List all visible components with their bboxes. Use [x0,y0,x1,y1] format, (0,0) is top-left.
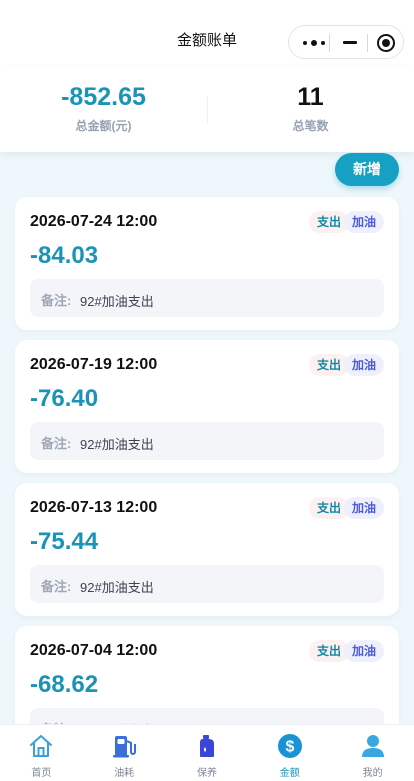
type-badge: 支出 [308,640,349,662]
record-date: 2026-07-24 12:00 [30,213,158,230]
tab-label: 金额 [279,768,300,779]
note-text: 92#加油支出 [80,580,154,595]
tab-label: 我的 [362,768,383,779]
home-icon [30,735,53,757]
fuel-pump-icon [113,736,137,758]
tab-amount[interactable]: $ 金额 [248,725,331,781]
type-badge: 支出 [308,354,349,376]
tab-label: 油耗 [114,768,135,779]
total-count-value: 11 [297,83,324,111]
note-label: 备注: [41,293,72,308]
record-card[interactable]: 2026-07-19 12:00 支出 加油 -76.40 备注: 92#加油支… [15,340,399,473]
record-amount: -75.44 [30,528,99,555]
record-date: 2026-07-04 12:00 [30,642,158,659]
dollar-icon: $ [277,734,302,758]
record-date: 2026-07-19 12:00 [30,356,158,373]
tab-fuel[interactable]: 油耗 [83,725,166,781]
tab-label: 保养 [196,768,217,779]
close-icon[interactable] [377,34,395,52]
type-badge: 支出 [308,211,349,233]
add-record-button[interactable]: 新增 [335,153,399,186]
svg-text:$: $ [285,739,294,756]
record-note: 备注: 92#加油支出 [30,422,384,460]
category-badge: 加油 [343,497,384,519]
category-badge: 加油 [343,640,384,662]
record-list: 2026-07-24 12:00 支出 加油 -84.03 备注: 92#加油支… [15,197,399,769]
more-icon[interactable] [303,40,325,46]
tab-bar: 首页 油耗 保养 $ 金额 我的 [0,724,414,781]
summary-panel: -852.65 总金额(元) 11 总笔数 [0,66,414,152]
minimize-icon[interactable] [343,41,357,44]
capsule-divider [367,34,368,52]
category-badge: 加油 [343,211,384,233]
oil-bottle-icon [199,735,214,757]
note-text: 92#加油支出 [80,294,154,309]
note-label: 备注: [41,436,72,451]
total-amount-value: -852.65 [61,83,146,111]
user-icon [361,735,384,757]
tab-maintenance[interactable]: 保养 [166,725,249,781]
record-amount: -68.62 [30,671,99,698]
total-count-block: 11 总笔数 [207,82,414,134]
record-amount: -84.03 [30,242,99,269]
type-badge: 支出 [308,497,349,519]
category-badge: 加油 [343,354,384,376]
record-note: 备注: 92#加油支出 [30,279,384,317]
record-card[interactable]: 2026-07-24 12:00 支出 加油 -84.03 备注: 92#加油支… [15,197,399,330]
capsule-divider [329,34,330,52]
record-note: 备注: 92#加油支出 [30,565,384,603]
note-text: 92#加油支出 [80,437,154,452]
tab-home[interactable]: 首页 [0,725,83,781]
record-amount: -76.40 [30,385,99,412]
record-card[interactable]: 2026-07-13 12:00 支出 加油 -75.44 备注: 92#加油支… [15,483,399,616]
total-count-label: 总笔数 [292,119,329,133]
tab-label: 首页 [31,768,52,779]
record-date: 2026-07-13 12:00 [30,499,158,516]
total-amount-label: 总金额(元) [75,119,132,133]
total-amount-block: -852.65 总金额(元) [0,82,207,134]
tab-profile[interactable]: 我的 [331,725,414,781]
note-label: 备注: [41,579,72,594]
navigation-bar: 金额账单 [0,0,414,66]
mini-program-capsule [288,25,404,59]
